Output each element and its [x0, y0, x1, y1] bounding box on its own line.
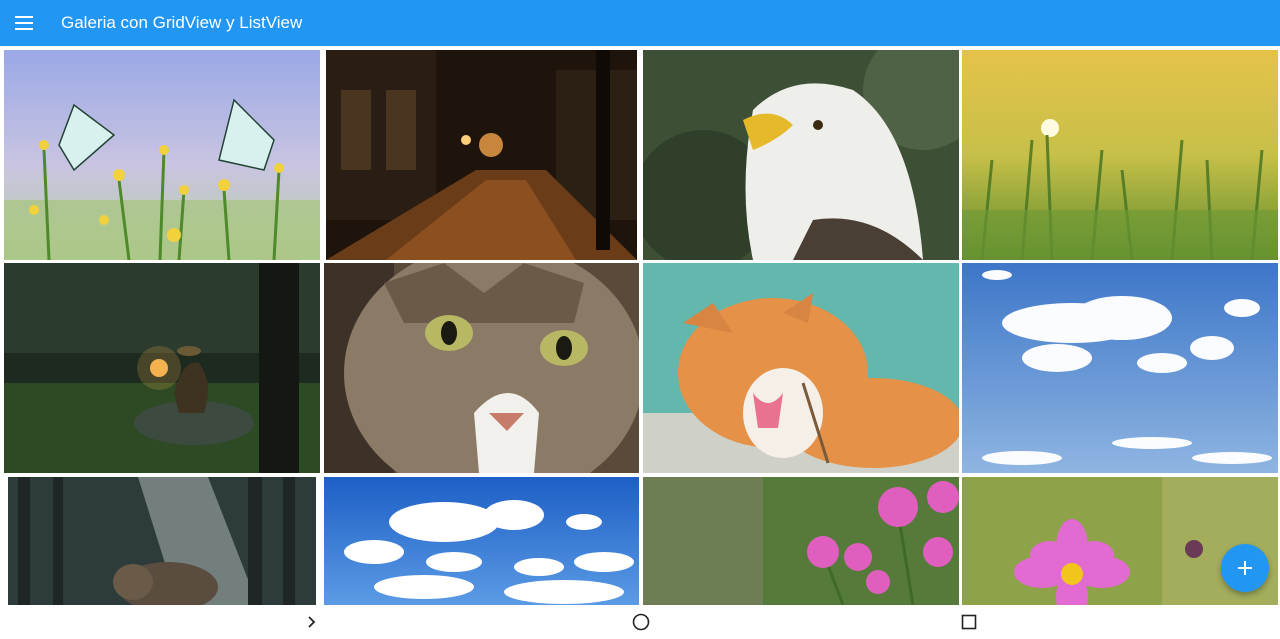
image-grid[interactable]: [0, 46, 1280, 605]
home-circle-icon: [632, 613, 650, 631]
nav-home-button[interactable]: [628, 610, 654, 634]
gallery-image-butterflies[interactable]: [4, 50, 320, 260]
gallery-image-boy-lantern[interactable]: [4, 263, 320, 473]
nav-back-button[interactable]: [299, 610, 325, 634]
gallery-image-night-street[interactable]: [326, 50, 637, 260]
gallery-image-tabby-cat[interactable]: [324, 263, 639, 473]
app-bar: Galeria con GridView y ListView: [0, 0, 1280, 46]
add-fab-button[interactable]: [1221, 544, 1269, 592]
gallery-image-eagle[interactable]: [643, 50, 959, 260]
plus-icon: [1238, 561, 1252, 575]
menu-icon: [15, 16, 33, 30]
nav-recents-button[interactable]: [956, 610, 982, 634]
system-nav-bar: [0, 605, 1280, 639]
gallery-image-clouds[interactable]: [962, 263, 1278, 473]
gallery-image-clouds-2[interactable]: [324, 477, 639, 605]
gallery-image-elephant[interactable]: [8, 477, 316, 605]
gallery-image-pink-flowers[interactable]: [643, 477, 959, 605]
gallery-image-orange-cat[interactable]: [643, 263, 959, 473]
menu-button[interactable]: [8, 7, 40, 39]
recents-square-icon: [961, 614, 977, 630]
app-title: Galeria con GridView y ListView: [61, 13, 303, 32]
back-chevron-icon: [308, 616, 316, 628]
gallery-image-wheat-field[interactable]: [962, 50, 1278, 260]
